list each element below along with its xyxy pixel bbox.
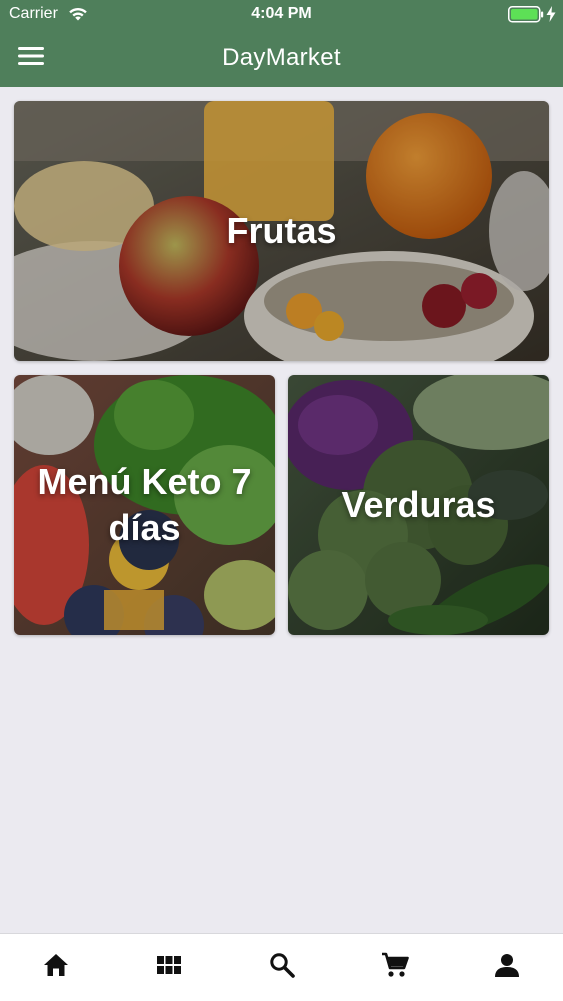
category-tile-keto[interactable]: Menú Keto 7 días	[14, 375, 275, 635]
category-label-keto: Menú Keto 7 días	[37, 461, 252, 548]
app-header: Carrier 4:04 PM DayMarket	[0, 0, 563, 87]
nav-bar: DayMarket	[0, 30, 563, 87]
tab-cart[interactable]	[339, 934, 451, 1001]
tab-home[interactable]	[0, 934, 112, 1001]
bottom-tab-bar	[0, 933, 563, 1001]
category-label-frutas: Frutas	[226, 210, 337, 251]
tab-profile[interactable]	[451, 934, 563, 1001]
tab-search[interactable]	[226, 934, 338, 1001]
page-title: DayMarket	[222, 44, 341, 71]
search-icon	[269, 952, 295, 983]
tab-categories[interactable]	[113, 934, 225, 1001]
grid-icon	[157, 956, 181, 979]
status-time: 4:04 PM	[251, 5, 312, 22]
category-tile-verduras[interactable]: Verduras	[288, 375, 549, 635]
home-icon	[43, 953, 69, 982]
charging-icon	[546, 6, 556, 27]
category-label-verduras: Verduras	[341, 484, 496, 525]
category-tile-frutas[interactable]: Frutas	[14, 101, 549, 361]
cart-icon	[381, 952, 409, 983]
person-icon	[495, 953, 519, 982]
battery-icon	[508, 6, 544, 28]
status-bar: Carrier 4:04 PM	[0, 0, 563, 30]
